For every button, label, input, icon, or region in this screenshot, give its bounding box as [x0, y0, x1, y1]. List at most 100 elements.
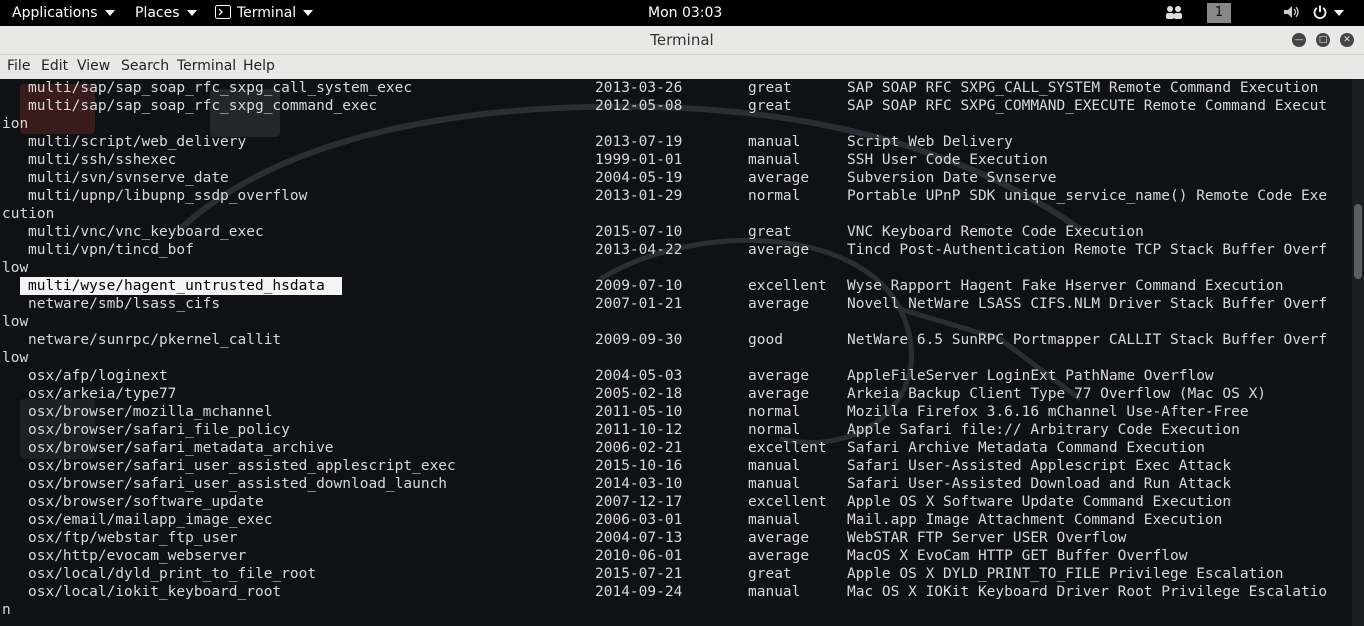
- description: Mac OS X IOKit Keyboard Driver Root Priv…: [847, 584, 1328, 600]
- module-row: multi/sap/sap_soap_rfc_sxpg_command_exec…: [0, 97, 1352, 115]
- disclosure-date: 2007-12-17: [595, 494, 683, 510]
- disclosure-date: 2015-07-21: [595, 566, 683, 582]
- module-name: osx/local/iokit_keyboard_root: [28, 584, 282, 600]
- description: Safari User-Assisted Download and Run At…: [847, 476, 1232, 492]
- description: AppleFileServer LoginExt PathName Overfl…: [847, 368, 1214, 384]
- menu-edit[interactable]: Edit: [41, 58, 68, 74]
- description: Portable UPnP SDK unique_service_name() …: [847, 188, 1328, 204]
- wrapped-line: cution: [0, 205, 1352, 223]
- rank: average: [748, 170, 810, 186]
- disclosure-date: 2013-04-22: [595, 242, 683, 258]
- module-name: multi/ssh/sshexec: [28, 152, 177, 168]
- module-row: multi/sap/sap_soap_rfc_sxpg_call_system_…: [0, 79, 1352, 97]
- rank: average: [748, 548, 810, 564]
- module-name: osx/browser/safari_user_assisted_applesc…: [28, 458, 456, 474]
- minimize-icon: —: [1294, 35, 1304, 45]
- wrapped-line: n: [0, 601, 1352, 619]
- applications-label: Applications: [12, 5, 98, 21]
- clock[interactable]: Mon 03:03: [648, 0, 722, 26]
- module-name: osx/browser/mozilla_mchannel: [28, 404, 273, 420]
- module-name: osx/ftp/webstar_ftp_user: [28, 530, 238, 546]
- applications-menu[interactable]: Applications: [12, 0, 115, 26]
- terminal-app-label: Terminal: [237, 5, 297, 21]
- chevron-down-icon: [104, 10, 115, 16]
- disclosure-date: 2014-09-24: [595, 584, 683, 600]
- module-row: osx/local/dyld_print_to_file_root 2015-07…: [0, 565, 1352, 583]
- terminal-area[interactable]: multi/sap/sap_soap_rfc_sxpg_call_system_…: [0, 79, 1352, 626]
- disclosure-date: 2004-07-13: [595, 530, 683, 546]
- disclosure-date: 2007-01-21: [595, 296, 683, 312]
- description: Mozilla Firefox 3.6.16 mChannel Use-Afte…: [847, 404, 1249, 420]
- disclosure-date: 2013-07-19: [595, 134, 683, 150]
- rank: manual: [748, 134, 801, 150]
- disclosure-date: 2012-05-08: [595, 98, 683, 114]
- description: Safari Archive Metadata Command Executio…: [847, 440, 1205, 456]
- volume-indicator[interactable]: [1283, 0, 1301, 26]
- rank: normal: [748, 422, 801, 438]
- terminal-scrollbar[interactable]: [1352, 79, 1364, 626]
- rank: excellent: [748, 278, 827, 294]
- rank: average: [748, 386, 810, 402]
- disclosure-date: 2004-05-03: [595, 368, 683, 384]
- scrollbar-thumb[interactable]: [1354, 204, 1362, 279]
- terminal-app-menu[interactable]: Terminal: [215, 0, 314, 26]
- people-icon: [1166, 6, 1182, 19]
- menu-help[interactable]: Help: [243, 58, 275, 74]
- module-row: osx/ftp/webstar_ftp_user 2004-07-13 averag…: [0, 529, 1352, 547]
- wrapped-text: low: [2, 350, 29, 366]
- description: Apple Safari file:// Arbitrary Code Exec…: [847, 422, 1240, 438]
- menu-file[interactable]: File: [7, 58, 30, 74]
- places-menu[interactable]: Places: [135, 0, 197, 26]
- rank: average: [748, 530, 810, 546]
- module-name: osx/browser/safari_user_assisted_downloa…: [28, 476, 448, 492]
- rank: average: [748, 242, 810, 258]
- module-name: osx/afp/loginext: [28, 368, 168, 384]
- module-row: osx/http/evocam_webserver 2010-06-01 avera…: [0, 547, 1352, 565]
- rank: great: [748, 98, 792, 114]
- wrapped-text: n: [2, 602, 11, 618]
- module-row: osx/browser/safari_metadata_archive 2006-…: [0, 439, 1352, 457]
- description: SSH User Code Execution: [847, 152, 1048, 168]
- wrapped-line: low: [0, 349, 1352, 367]
- description: Arkeia Backup Client Type 77 Overflow (M…: [847, 386, 1267, 402]
- menu-view[interactable]: View: [77, 58, 110, 74]
- description: Safari User-Assisted Applescript Exec At…: [847, 458, 1232, 474]
- rank: great: [748, 80, 792, 96]
- module-row: osx/local/iokit_keyboard_root 2014-09-24 m…: [0, 583, 1352, 601]
- description: Apple OS X Software Update Command Execu…: [847, 494, 1232, 510]
- top-panel: Applications Places Terminal Mon 03:03 1: [0, 0, 1364, 26]
- description: Mail.app Image Attachment Command Execut…: [847, 512, 1223, 528]
- menu-search[interactable]: Search: [121, 58, 169, 74]
- description: Wyse Rapport Hagent Fake Hserver Command…: [847, 278, 1284, 294]
- rank: average: [748, 368, 810, 384]
- disclosure-date: 2014-03-10: [595, 476, 683, 492]
- module-name: osx/local/dyld_print_to_file_root: [28, 566, 317, 582]
- menu-terminal[interactable]: Terminal: [177, 58, 236, 74]
- disclosure-date: 2011-05-10: [595, 404, 683, 420]
- people-indicator[interactable]: [1165, 0, 1183, 26]
- window-titlebar[interactable]: Terminal — □ ✕: [0, 26, 1364, 55]
- rank: manual: [748, 152, 801, 168]
- minimize-button[interactable]: —: [1292, 33, 1306, 47]
- disclosure-date: 2015-07-10: [595, 224, 683, 240]
- disclosure-date: 2013-01-29: [595, 188, 683, 204]
- disclosure-date: 1999-01-01: [595, 152, 683, 168]
- description: SAP SOAP RFC SXPG_COMMAND_EXECUTE Remote…: [847, 98, 1328, 114]
- rank: manual: [748, 512, 801, 528]
- power-menu[interactable]: [1313, 0, 1344, 26]
- module-row: multi/ssh/sshexec 1999-01-01 manual SSH Use…: [0, 151, 1352, 169]
- module-row: osx/email/mailapp_image_exec 2006-03-01 ma…: [0, 511, 1352, 529]
- module-name: multi/vpn/tincd_bof: [28, 242, 194, 258]
- rank: great: [748, 566, 792, 582]
- description: Script Web Delivery: [847, 134, 1013, 150]
- close-button[interactable]: ✕: [1340, 33, 1354, 47]
- wrapped-text: cution: [2, 206, 55, 222]
- module-name: netware/sunrpc/pkernel_callit: [28, 332, 282, 348]
- chevron-down-icon: [186, 10, 197, 16]
- description: Subversion Date Svnserve: [847, 170, 1057, 186]
- wrapped-line: low: [0, 313, 1352, 331]
- workspace-indicator[interactable]: 1: [1207, 3, 1231, 23]
- maximize-button[interactable]: □: [1316, 33, 1330, 47]
- module-name: multi/svn/svnserve_date: [28, 170, 229, 186]
- rank: average: [748, 296, 810, 312]
